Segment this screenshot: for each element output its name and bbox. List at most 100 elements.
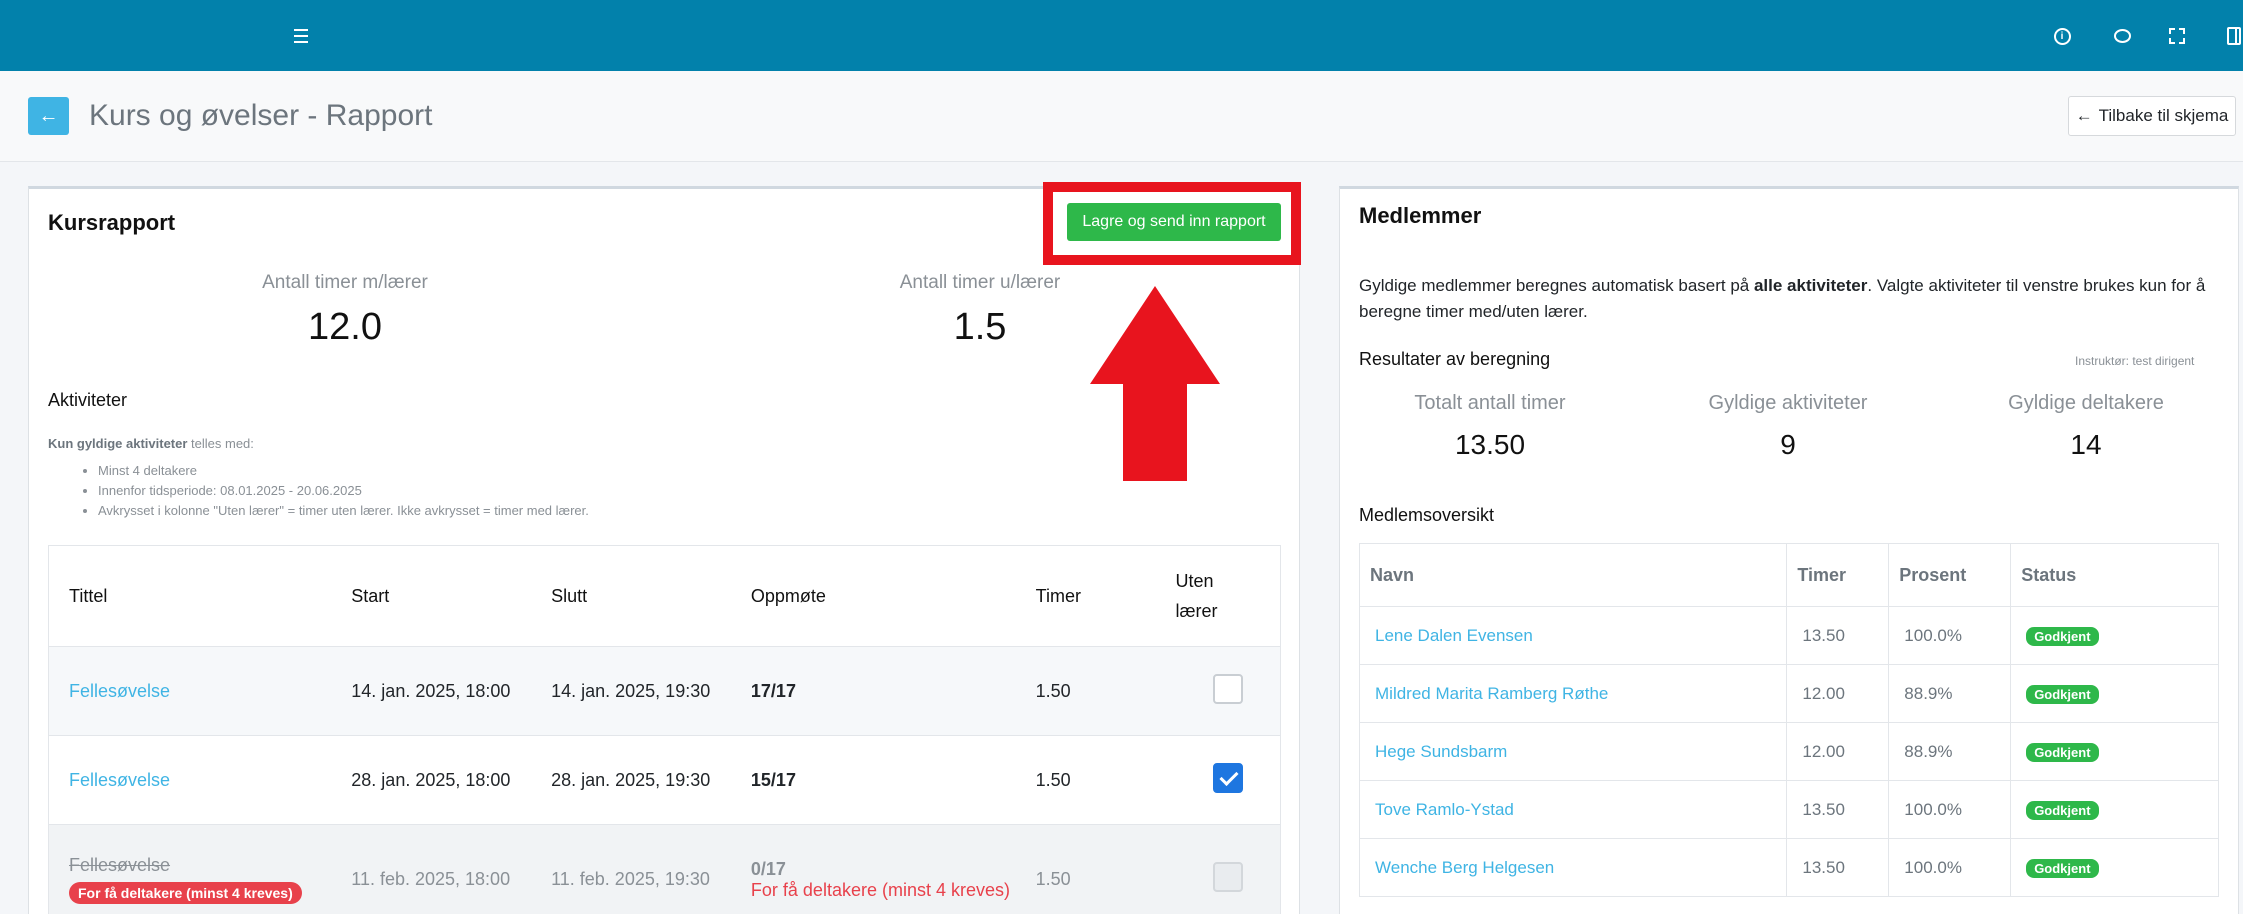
table-row: Mildred Marita Ramberg Røthe 12.00 88.9%…: [1359, 664, 2219, 723]
activity-attendance: 15/17: [730, 735, 1016, 825]
rule-item: Minst 4 deltakere: [98, 463, 589, 478]
rules-intro: telles med:: [187, 436, 254, 451]
table-row: Hege Sundsbarm 12.00 88.9% Godkjent: [1359, 722, 2219, 781]
without-teacher-checkbox[interactable]: [1212, 762, 1243, 793]
stat-valid-activities: Gyldige aktiviteter 9: [1678, 392, 1898, 461]
table-row: Tove Ramlo-Ystad 13.50 100.0% Godkjent: [1359, 780, 2219, 839]
activity-hours: 1.50: [1015, 824, 1176, 914]
col-hours: Timer: [1015, 545, 1176, 647]
member-percent: 100.0%: [1888, 780, 2012, 839]
activities-table: Tittel Start Slutt Oppmøte Timer Uten læ…: [48, 545, 1281, 914]
col-percent: Prosent: [1888, 543, 2012, 607]
member-hours: 12.00: [1786, 664, 1890, 723]
expand-icon[interactable]: [2163, 22, 2191, 50]
desc-text: Gyldige medlemmer beregnes automatisk ba…: [1359, 276, 1754, 295]
activity-end: 14. jan. 2025, 19:30: [531, 646, 731, 736]
stat-hours-with-teacher: Antall timer m/lærer 12.0: [220, 272, 470, 349]
rules-bold: Kun gyldige aktiviteter: [48, 436, 188, 451]
members-title: Medlemmer: [1359, 203, 1482, 228]
member-name-link[interactable]: Lene Dalen Evensen: [1359, 606, 1788, 665]
status-badge: Godkjent: [2026, 684, 2099, 704]
member-hours: 13.50: [1786, 606, 1890, 665]
activity-rules: Kun gyldige aktiviteter telles med: Mins…: [48, 436, 589, 523]
col-title: Tittel: [48, 545, 332, 647]
attendance-warning: For få deltakere (minst 4 kreves): [750, 879, 1010, 900]
members-table: Navn Timer Prosent Status Lene Dalen Eve…: [1359, 543, 2219, 897]
col-end: Slutt: [531, 545, 731, 647]
back-button[interactable]: ←: [28, 97, 69, 135]
without-teacher-checkbox[interactable]: [1212, 673, 1243, 704]
stat-label: Antall timer u/lærer: [899, 272, 1061, 293]
member-hours: 13.50: [1786, 838, 1890, 897]
member-name-link[interactable]: Hege Sundsbarm: [1359, 722, 1788, 781]
hamburger-icon[interactable]: [287, 22, 315, 50]
annotation-highlight-box: [1043, 182, 1301, 265]
activity-link[interactable]: Fellesøvelse: [69, 770, 170, 790]
table-row: Wenche Berg Helgesen 13.50 100.0% Godkje…: [1359, 838, 2219, 897]
chat-icon[interactable]: [2108, 22, 2136, 50]
activity-attendance: 17/17: [730, 646, 1016, 736]
invalid-badge: For få deltakere (minst 4 kreves): [69, 882, 302, 904]
results-heading: Resultater av beregning: [1359, 349, 1551, 369]
activity-start: 11. feb. 2025, 18:00: [331, 824, 532, 914]
stat-label: Gyldige deltakere: [2008, 392, 2164, 414]
member-hours: 13.50: [1786, 780, 1890, 839]
col-status: Status: [2010, 543, 2219, 607]
activity-attendance: 0/17: [750, 858, 786, 879]
activities-heading: Aktiviteter: [48, 390, 128, 410]
info-icon[interactable]: i: [2048, 22, 2076, 50]
stat-value: 14: [2070, 429, 2102, 460]
page-header: ← Kurs og øvelser - Rapport ← Tilbake ti…: [0, 71, 2243, 162]
table-row: Fellesøvelse 28. jan. 2025, 18:00 28. ja…: [48, 735, 1281, 825]
report-title: Kursrapport: [48, 210, 176, 235]
member-percent: 88.9%: [1888, 722, 2012, 781]
member-percent: 100.0%: [1888, 606, 2012, 665]
back-to-form-button[interactable]: ← Tilbake til skjema: [2068, 96, 2236, 136]
arrow-left-icon: ←: [38, 104, 59, 127]
status-badge: Godkjent: [2026, 626, 2099, 646]
member-percent: 100.0%: [1888, 838, 2012, 897]
top-navbar: i: [0, 0, 2243, 71]
col-hours: Timer: [1786, 543, 1890, 607]
stat-label: Antall timer m/lærer: [262, 272, 428, 293]
stat-total-hours: Totalt antall timer 13.50: [1380, 392, 1600, 461]
member-name-link[interactable]: Tove Ramlo-Ystad: [1359, 780, 1788, 839]
activity-hours: 1.50: [1015, 646, 1176, 736]
activity-end: 11. feb. 2025, 19:30: [531, 824, 731, 914]
status-badge: Godkjent: [2026, 742, 2099, 762]
table-row: Lene Dalen Evensen 13.50 100.0% Godkjent: [1359, 606, 2219, 665]
stat-hours-without-teacher: Antall timer u/lærer 1.5: [860, 272, 1100, 349]
activity-link[interactable]: Fellesøvelse: [69, 681, 170, 701]
member-overview-heading: Medlemsoversikt: [1359, 505, 1495, 525]
member-name-link[interactable]: Wenche Berg Helgesen: [1359, 838, 1788, 897]
rule-item: Avkrysset i kolonne "Uten lærer" = timer…: [98, 503, 589, 518]
desc-bold: alle aktiviteter: [1753, 276, 1868, 295]
stat-value: 12.0: [308, 306, 382, 348]
sidebar-icon[interactable]: [2220, 22, 2243, 50]
annotation-arrow-icon: [1090, 286, 1220, 481]
table-row: Fellesøvelse For få deltakere (minst 4 k…: [48, 824, 1281, 914]
col-without-teacher-line2: lærer: [1175, 601, 1218, 621]
stat-label: Totalt antall timer: [1414, 392, 1566, 414]
back-to-form-label: Tilbake til skjema: [2098, 106, 2229, 125]
without-teacher-checkbox[interactable]: [1212, 862, 1243, 892]
col-without-teacher: Uten lærer: [1175, 545, 1281, 647]
stat-value: 13.50: [1454, 429, 1526, 460]
page-title: Kurs og øvelser - Rapport: [89, 99, 433, 132]
activity-title-invalid: Fellesøvelse: [69, 855, 171, 875]
member-percent: 88.9%: [1888, 664, 2012, 723]
activity-start: 28. jan. 2025, 18:00: [331, 735, 532, 825]
col-without-teacher-line1: Uten: [1175, 571, 1214, 591]
stat-label: Gyldige aktiviteter: [1708, 392, 1868, 414]
stat-value: 1.5: [953, 306, 1007, 348]
status-badge: Godkjent: [2026, 800, 2099, 820]
member-name-link[interactable]: Mildred Marita Ramberg Røthe: [1359, 664, 1788, 723]
members-description: Gyldige medlemmer beregnes automatisk ba…: [1359, 273, 2219, 325]
col-name: Navn: [1359, 543, 1788, 607]
activity-end: 28. jan. 2025, 19:30: [531, 735, 731, 825]
rule-item: Innenfor tidsperiode: 08.01.2025 - 20.06…: [98, 483, 589, 498]
member-hours: 12.00: [1786, 722, 1890, 781]
arrow-left-icon: ←: [2075, 106, 2093, 125]
activity-start: 14. jan. 2025, 18:00: [331, 646, 532, 736]
status-badge: Godkjent: [2026, 858, 2099, 878]
